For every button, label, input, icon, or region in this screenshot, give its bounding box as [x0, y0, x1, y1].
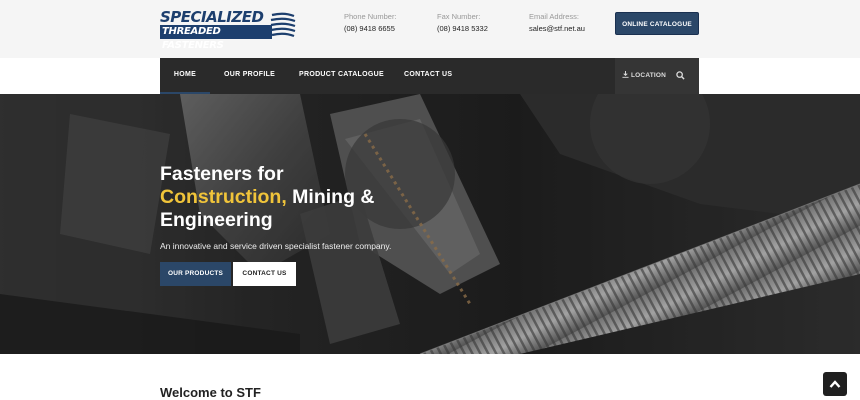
- download-icon: [622, 71, 629, 78]
- main-nav: HOME OUR PROFILE PRODUCT CATALOGUE CONTA…: [160, 58, 699, 94]
- location-link[interactable]: LOCATION: [622, 58, 666, 94]
- hero-title: Fasteners for Construction, Mining & Eng…: [160, 163, 440, 232]
- scroll-to-top-button[interactable]: [823, 372, 847, 396]
- chevron-up-icon: [829, 380, 841, 388]
- search-icon[interactable]: [676, 71, 685, 80]
- location-label: LOCATION: [631, 72, 667, 79]
- welcome-heading: Welcome to STF: [160, 385, 261, 400]
- hero-contact-us-button[interactable]: CONTACT US: [233, 262, 296, 286]
- our-products-button[interactable]: OUR PRODUCTS: [160, 262, 231, 286]
- email-label: Email Address:: [529, 12, 580, 21]
- nav-item-home[interactable]: HOME: [160, 58, 210, 94]
- site-header: SPECIALIZED THREADED FASTENERS Phone Num…: [0, 0, 860, 58]
- nav-utility: LOCATION: [615, 58, 699, 94]
- hero-subtitle: An innovative and service driven special…: [160, 241, 392, 251]
- logo-line1: SPECIALIZED: [160, 8, 264, 26]
- thread-logo-icon: [270, 12, 296, 38]
- fax-label: Fax Number:: [437, 12, 481, 21]
- phone-block: Phone Number: (08) 9418 6655: [344, 11, 397, 35]
- hero-title-accent: Construction,: [160, 186, 287, 208]
- hero-title-line3: Engineering: [160, 209, 273, 231]
- email-block: Email Address: sales@stf.net.au: [529, 11, 585, 35]
- nav-item-contact-us[interactable]: CONTACT US: [404, 58, 452, 94]
- phone-value[interactable]: (08) 9418 6655: [344, 23, 397, 35]
- email-value[interactable]: sales@stf.net.au: [529, 23, 585, 35]
- fax-block: Fax Number: (08) 9418 5332: [437, 11, 488, 35]
- stf-logo[interactable]: SPECIALIZED THREADED FASTENERS: [160, 8, 300, 51]
- hero-title-line1: Fasteners for: [160, 163, 284, 185]
- hero-title-line2-rest: Mining &: [286, 186, 375, 208]
- nav-item-our-profile[interactable]: OUR PROFILE: [224, 58, 275, 94]
- phone-label: Phone Number:: [344, 12, 397, 21]
- hero-banner: Fasteners for Construction, Mining & Eng…: [0, 94, 860, 354]
- fax-value: (08) 9418 5332: [437, 24, 488, 33]
- logo-line2: THREADED FASTENERS: [160, 25, 272, 51]
- nav-item-product-catalogue[interactable]: PRODUCT CATALOGUE: [299, 58, 384, 94]
- online-catalogue-button[interactable]: ONLINE CATALOGUE: [615, 12, 699, 35]
